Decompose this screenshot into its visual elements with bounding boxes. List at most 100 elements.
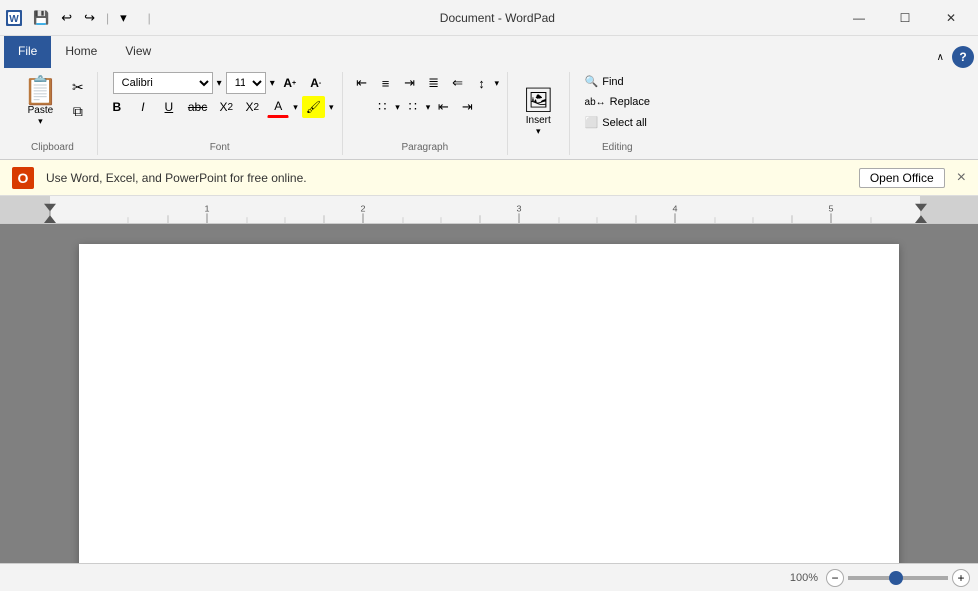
open-office-button[interactable]: Open Office	[859, 168, 945, 188]
numbering-button[interactable]: ∷	[402, 96, 424, 118]
ribbon-right-controls: ∧ ?	[933, 46, 974, 68]
notification-text: Use Word, Excel, and PowerPoint for free…	[46, 171, 847, 185]
app-icon: W	[4, 8, 24, 28]
font-family-select[interactable]: Calibri	[113, 72, 213, 94]
find-label: Find	[602, 76, 623, 88]
font-color-button[interactable]: A	[267, 96, 289, 118]
clipboard-group: 📋 Paste ▾ ✂ ⧉ Clipboard	[8, 72, 98, 155]
font-size-select[interactable]: 11	[226, 72, 266, 94]
shrink-font-button[interactable]: A-	[305, 72, 327, 94]
tab-file[interactable]: File	[4, 36, 51, 68]
decrease-indent-button[interactable]: ⇤	[432, 96, 454, 118]
ribbon: 📋 Paste ▾ ✂ ⧉ Clipboard	[0, 68, 978, 160]
paragraph-group: ⇤ ≡ ⇥ ≣ ⇐ ↕ ▾ ∷ ▾ ∷ ▾ ⇤ ⇥ Paragraph	[343, 72, 509, 155]
status-bar: 100% − +	[0, 563, 978, 591]
align-right-button[interactable]: ⇥	[399, 72, 421, 94]
undo-qat-button[interactable]: ↩	[56, 7, 77, 29]
maximize-button[interactable]: ☐	[882, 0, 928, 36]
tab-view[interactable]: View	[111, 36, 165, 68]
replace-icon: ab↔	[585, 97, 606, 108]
underline-button[interactable]: U	[158, 96, 180, 118]
bold-button[interactable]: B	[106, 96, 128, 118]
zoom-in-button[interactable]: +	[952, 569, 970, 587]
strikethrough-button[interactable]: abc	[184, 96, 211, 118]
copy-icon: ⧉	[73, 103, 83, 120]
zoom-slider[interactable]	[848, 576, 948, 580]
replace-label: Replace	[610, 96, 650, 108]
paste-label: Paste	[28, 105, 54, 116]
insert-label: Insert	[526, 115, 551, 126]
select-all-icon: ⬜	[585, 116, 599, 129]
customize-qat-button[interactable]: ▾	[115, 7, 132, 29]
window-title: Document - WordPad	[159, 11, 836, 25]
office-icon: O	[12, 167, 34, 189]
editing-group: 🔍 Find ab↔ Replace ⬜ Select all Editing	[570, 72, 665, 155]
notification-close-button[interactable]: ×	[957, 169, 966, 187]
svg-text:5: 5	[828, 204, 833, 214]
italic-button[interactable]: I	[132, 96, 154, 118]
copy-button[interactable]: ⧉	[67, 100, 89, 122]
superscript-button[interactable]: X2	[241, 96, 263, 118]
editing-content: 🔍 Find ab↔ Replace ⬜ Select all	[578, 72, 657, 140]
line-spacing-dropdown[interactable]: ▾	[495, 78, 500, 89]
minimize-button[interactable]: —	[836, 0, 882, 36]
close-button[interactable]: ✕	[928, 0, 974, 36]
bullets-button[interactable]: ∷	[371, 96, 393, 118]
svg-text:1: 1	[204, 204, 209, 214]
font-color-dropdown[interactable]: ▾	[293, 102, 298, 113]
collapse-ribbon-button[interactable]: ∧	[933, 48, 948, 67]
paste-button[interactable]: 📋 Paste ▾	[16, 72, 65, 132]
clipboard-content: 📋 Paste ▾ ✂ ⧉	[16, 72, 89, 140]
redo-qat-button[interactable]: ↪	[79, 7, 100, 29]
select-all-button[interactable]: ⬜ Select all	[578, 113, 654, 132]
font-row-1: Calibri ▾ 11 ▾ A+ A-	[113, 72, 327, 94]
title-bar: W 💾 ↩ ↪ | ▾ | Document - WordPad — ☐ ✕	[0, 0, 978, 36]
select-all-label: Select all	[602, 117, 647, 129]
paste-dropdown-icon: ▾	[38, 116, 43, 127]
svg-text:4: 4	[672, 204, 677, 214]
document-page[interactable]	[79, 244, 899, 563]
save-qat-button[interactable]: 💾	[28, 7, 54, 29]
grow-font-button[interactable]: A+	[279, 72, 301, 94]
ruler-svg: 1 2 3	[0, 196, 978, 223]
increase-indent-button[interactable]: ⇥	[456, 96, 478, 118]
font-size-dropdown-icon: ▾	[217, 78, 222, 89]
svg-text:2: 2	[360, 204, 365, 214]
paragraph-content: ⇤ ≡ ⇥ ≣ ⇐ ↕ ▾ ∷ ▾ ∷ ▾ ⇤ ⇥	[351, 72, 500, 140]
zoom-out-button[interactable]: −	[826, 569, 844, 587]
cut-button[interactable]: ✂	[67, 76, 89, 98]
clipboard-sub-buttons: ✂ ⧉	[67, 72, 89, 122]
document-area[interactable]	[0, 224, 978, 563]
align-left-button[interactable]: ⇤	[351, 72, 373, 94]
insert-content: 🖼 Insert ▾	[516, 72, 560, 151]
insert-group: 🖼 Insert ▾	[508, 72, 569, 155]
find-button[interactable]: 🔍 Find	[578, 72, 631, 91]
numbering-dropdown[interactable]: ▾	[426, 102, 431, 113]
find-icon: 🔍	[585, 75, 599, 88]
font-content: Calibri ▾ 11 ▾ A+ A- B I U abc X2 X2	[106, 72, 334, 140]
insert-button[interactable]: 🖼 Insert ▾	[516, 81, 560, 142]
help-button[interactable]: ?	[952, 46, 974, 68]
subscript-button[interactable]: X2	[215, 96, 237, 118]
highlight-button[interactable]: 🖌	[302, 96, 325, 118]
cut-icon: ✂	[72, 79, 84, 96]
center-button[interactable]: ≡	[375, 72, 397, 94]
svg-text:W: W	[9, 14, 19, 25]
insert-icon: 🖼	[523, 86, 553, 115]
font-size-dropdown-icon2: ▾	[270, 78, 275, 89]
main-content: File Home View ∧ ? 📋 Paste ▾ ✂	[0, 36, 978, 591]
ruler: 1 2 3	[0, 196, 978, 224]
notification-bar: O Use Word, Excel, and PowerPoint for fr…	[0, 160, 978, 196]
paste-icon: 📋	[23, 77, 58, 105]
justify-button[interactable]: ≣	[423, 72, 445, 94]
paragraph-label: Paragraph	[401, 142, 448, 155]
font-label: Font	[210, 142, 230, 155]
rtl-button[interactable]: ⇐	[447, 72, 469, 94]
highlight-dropdown[interactable]: ▾	[329, 102, 334, 113]
bullets-dropdown[interactable]: ▾	[395, 102, 400, 113]
line-spacing-button[interactable]: ↕	[471, 72, 493, 94]
replace-button[interactable]: ab↔ Replace	[578, 93, 657, 111]
zoom-controls: − +	[826, 569, 970, 587]
tab-home[interactable]: Home	[51, 36, 111, 68]
editing-label: Editing	[602, 142, 633, 155]
